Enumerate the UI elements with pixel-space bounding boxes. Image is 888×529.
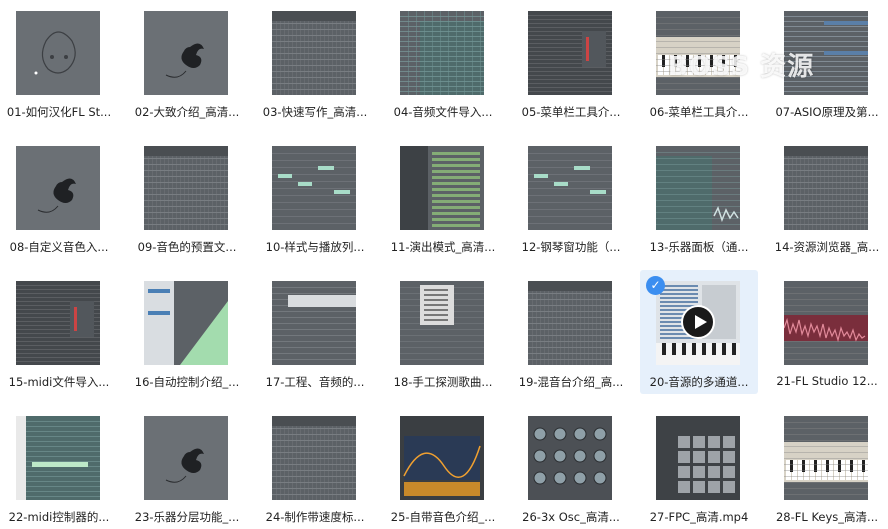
video-file-item[interactable]: 22-midi控制器的... (0, 405, 118, 529)
video-thumbnail[interactable] (272, 146, 356, 230)
video-file-item[interactable]: 12-钢琴窗功能（... (512, 135, 630, 259)
file-name-label: 08-自定义音色入... (9, 240, 109, 254)
file-name-label: 27-FPC_高清.mp4 (649, 510, 749, 524)
video-thumbnail[interactable] (16, 11, 100, 95)
file-name-label: 22-midi控制器的... (8, 510, 110, 524)
file-name-label: 20-音源的多通道... (649, 375, 749, 389)
file-name-label: 21-FL Studio 12... (776, 374, 878, 388)
video-file-item[interactable]: 08-自定义音色入... (0, 135, 118, 259)
video-file-item[interactable]: 26-3x Osc_高清... (512, 405, 630, 529)
file-name-label: 16-自动控制介绍_... (134, 375, 240, 389)
video-file-item[interactable]: 04-音频文件导入... (384, 0, 502, 124)
video-thumbnail[interactable] (784, 281, 868, 365)
video-file-item[interactable]: 27-FPC_高清.mp4 (640, 405, 758, 529)
file-name-label: 02-大致介绍_高清... (134, 105, 240, 119)
video-file-item[interactable]: 16-自动控制介绍_... (128, 270, 246, 394)
video-file-item[interactable]: ✓ 20-音源的多通道... (640, 270, 758, 394)
video-thumbnail[interactable] (272, 281, 356, 365)
watermark: BOSS 资源 (668, 52, 815, 82)
file-name-label: 23-乐器分层功能_... (134, 510, 240, 524)
video-thumbnail[interactable] (272, 416, 356, 500)
file-name-label: 11-演出模式_高清... (390, 240, 496, 254)
file-name-label: 17-工程、音频的... (265, 375, 365, 389)
video-thumbnail[interactable] (400, 11, 484, 95)
video-file-item[interactable]: 23-乐器分层功能_... (128, 405, 246, 529)
file-name-label: 25-自带音色介绍_... (390, 510, 496, 524)
video-file-item[interactable]: 14-资源浏览器_高... (768, 135, 886, 259)
file-name-label: 28-FL Keys_高清... (775, 510, 879, 524)
video-file-item[interactable]: 13-乐器面板（通... (640, 135, 758, 259)
file-name-label: 04-音频文件导入... (393, 105, 493, 119)
file-name-label: 14-资源浏览器_高... (774, 240, 880, 254)
video-thumbnail[interactable] (144, 281, 228, 365)
video-file-item[interactable]: 10-样式与播放列... (256, 135, 374, 259)
file-name-label: 07-ASIO原理及第... (775, 105, 879, 119)
video-thumbnail[interactable] (528, 11, 612, 95)
video-thumbnail[interactable] (144, 11, 228, 95)
file-name-label: 06-菜单栏工具介... (649, 105, 749, 119)
video-file-item[interactable]: 15-midi文件导入... (0, 270, 118, 394)
video-file-item[interactable]: 03-快速写作_高清... (256, 0, 374, 124)
file-name-label: 15-midi文件导入... (8, 375, 110, 389)
video-thumbnail[interactable] (656, 416, 740, 500)
video-thumbnail[interactable] (528, 146, 612, 230)
video-file-item[interactable]: 21-FL Studio 12... (768, 270, 886, 394)
video-file-item[interactable]: 18-手工探测歌曲... (384, 270, 502, 394)
video-thumbnail[interactable] (16, 281, 100, 365)
file-name-label: 09-音色的预置文... (137, 240, 237, 254)
check-icon[interactable]: ✓ (646, 276, 665, 295)
video-thumbnail[interactable] (400, 146, 484, 230)
video-thumbnail[interactable] (784, 416, 868, 500)
file-name-label: 19-混音台介绍_高... (518, 375, 624, 389)
video-thumbnail[interactable] (528, 281, 612, 365)
video-thumbnail[interactable] (272, 11, 356, 95)
video-thumbnail[interactable] (144, 416, 228, 500)
video-thumbnail[interactable] (528, 416, 612, 500)
video-thumbnail[interactable] (656, 146, 740, 230)
file-name-label: 18-手工探测歌曲... (393, 375, 493, 389)
video-file-item[interactable]: 19-混音台介绍_高... (512, 270, 630, 394)
file-name-label: 24-制作带速度标... (265, 510, 365, 524)
video-file-item[interactable]: 02-大致介绍_高清... (128, 0, 246, 124)
video-file-item[interactable]: 05-菜单栏工具介... (512, 0, 630, 124)
file-name-label: 05-菜单栏工具介... (521, 105, 621, 119)
file-name-label: 26-3x Osc_高清... (522, 510, 620, 524)
file-name-label: 03-快速写作_高清... (262, 105, 368, 119)
video-thumbnail[interactable] (784, 146, 868, 230)
play-icon[interactable] (681, 305, 715, 339)
video-file-item[interactable]: 25-自带音色介绍_... (384, 405, 502, 529)
video-thumbnail[interactable] (400, 281, 484, 365)
video-thumbnail[interactable] (16, 146, 100, 230)
video-file-item[interactable]: 01-如何汉化FL St... (0, 0, 118, 124)
file-name-label: 10-样式与播放列... (265, 240, 365, 254)
video-file-item[interactable]: 28-FL Keys_高清... (768, 405, 886, 529)
file-name-label: 13-乐器面板（通... (649, 240, 749, 254)
file-name-label: 12-钢琴窗功能（... (521, 240, 621, 254)
video-file-item[interactable]: 11-演出模式_高清... (384, 135, 502, 259)
video-file-item[interactable]: 17-工程、音频的... (256, 270, 374, 394)
video-thumbnail[interactable] (144, 146, 228, 230)
video-file-item[interactable]: 24-制作带速度标... (256, 405, 374, 529)
video-thumbnail[interactable] (16, 416, 100, 500)
file-name-label: 01-如何汉化FL St... (6, 105, 112, 119)
video-thumbnail[interactable] (400, 416, 484, 500)
video-file-item[interactable]: 09-音色的预置文... (128, 135, 246, 259)
